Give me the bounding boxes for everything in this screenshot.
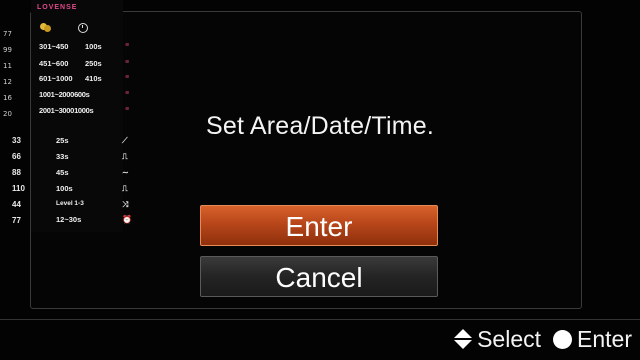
range-label: 451~600 xyxy=(39,59,69,68)
strip-label: 12 xyxy=(3,78,12,86)
menu-lines-icon: ≡ xyxy=(125,59,130,66)
dpad-up-down-icon xyxy=(454,328,473,350)
range-time: 100s xyxy=(85,42,102,51)
footer-divider xyxy=(0,319,640,320)
range-time: 410s xyxy=(85,74,102,83)
shuffle-icon: ⤨ xyxy=(122,200,129,209)
token-range-row: 301~450 100s ≡ xyxy=(39,42,129,51)
strip-number: 66 xyxy=(12,152,21,161)
strip-number: 77 xyxy=(12,216,21,225)
alarm-clock-icon: ⏰ xyxy=(122,215,132,224)
token-range-row: 1001~2000600s ≡ xyxy=(39,90,129,99)
range-time: 600s xyxy=(74,90,90,99)
pulse-step-icon: ⎍ xyxy=(122,152,128,161)
mode-value: Level 1-3 xyxy=(56,200,84,207)
mode-row: Level 1-3 ⤨ xyxy=(56,200,128,209)
token-range-row: 601~1000 410s ≡ xyxy=(39,74,129,83)
strip-label: 99 xyxy=(3,46,12,54)
strip-number: 44 xyxy=(12,200,21,209)
background-list-strip: 77 99 11 12 16 20 33 66 88 110 44 77 xyxy=(0,0,34,320)
mode-row: 45s ∼ xyxy=(56,168,129,177)
range-time: 250s xyxy=(85,59,102,68)
cancel-button[interactable]: Cancel xyxy=(200,256,438,297)
strip-number: 110 xyxy=(12,184,25,193)
brand-logo: LOVENSE xyxy=(37,4,78,11)
strip-label: 11 xyxy=(3,62,12,70)
range-label: 301~450 xyxy=(39,42,69,51)
strip-label: 16 xyxy=(3,94,12,102)
circle-button-icon xyxy=(553,329,573,349)
mode-row: 12~30s ⏰ xyxy=(56,215,132,224)
range-label: 601~1000 xyxy=(39,74,73,83)
controller-hints: Select Enter xyxy=(454,324,632,354)
enter-hint-label: Enter xyxy=(577,325,632,352)
mode-value: 33s xyxy=(56,152,69,161)
clock-icon xyxy=(78,23,88,33)
strip-number: 88 xyxy=(12,168,21,177)
strip-label: 77 xyxy=(3,30,12,38)
menu-lines-icon: ≡ xyxy=(125,42,130,49)
dialog-message: Set Area/Date/Time. xyxy=(206,112,434,140)
enter-button[interactable]: Enter xyxy=(200,205,438,246)
mode-row: 33s ⎍ xyxy=(56,152,128,161)
pulse-icon: ⎍ xyxy=(122,184,128,193)
menu-lines-icon: ≡ xyxy=(125,90,129,97)
mode-value: 12~30s xyxy=(56,215,82,224)
range-label: 1001~2000 xyxy=(39,90,75,99)
mode-row: 100s ⎍ xyxy=(56,184,128,193)
mode-value: 100s xyxy=(56,184,73,193)
menu-lines-icon: ≡ xyxy=(125,74,130,81)
wave-icon: ∼ xyxy=(122,168,129,177)
token-range-row: 451~600 250s ≡ xyxy=(39,59,129,68)
coins-icon xyxy=(40,22,51,33)
select-hint-label: Select xyxy=(477,325,542,352)
mode-value: 45s xyxy=(56,168,69,177)
